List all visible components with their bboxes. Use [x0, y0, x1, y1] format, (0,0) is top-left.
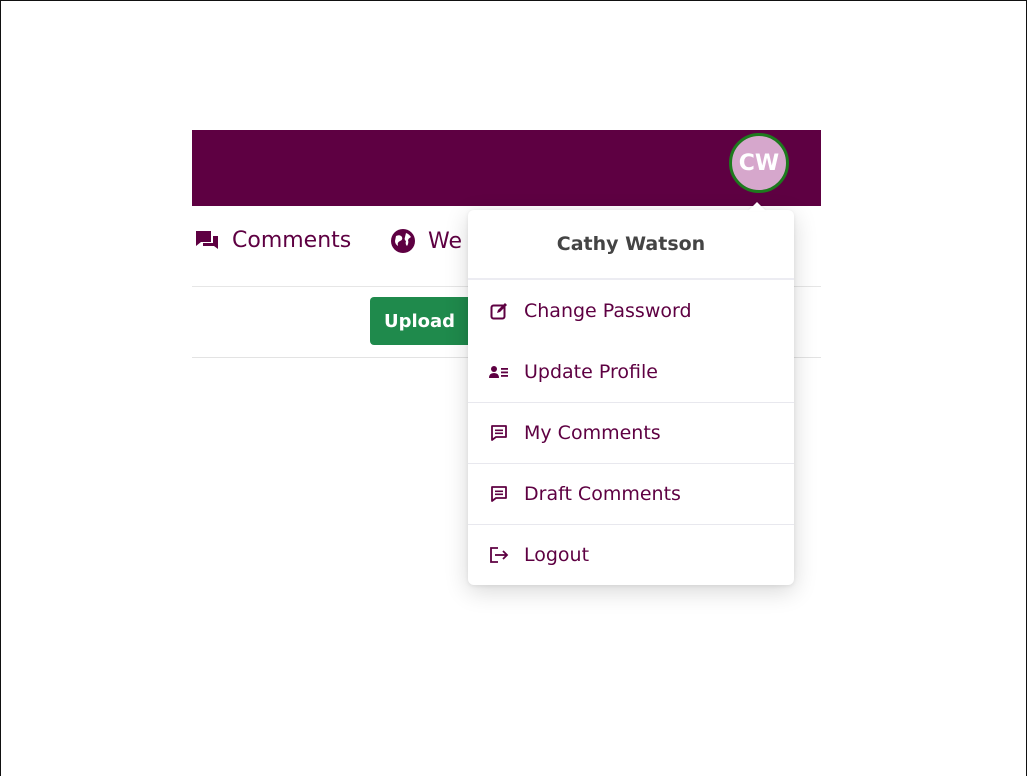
- id-card-icon: [488, 365, 510, 379]
- nav-item-label: We: [428, 228, 462, 254]
- menu-item-draft-comments[interactable]: Draft Comments: [468, 464, 794, 525]
- top-navbar: CW: [192, 130, 821, 206]
- dropdown-user-name: Cathy Watson: [468, 210, 794, 280]
- logout-icon: [488, 546, 510, 564]
- user-dropdown-menu: Cathy Watson Change Password Update Prof…: [468, 202, 794, 585]
- upload-button[interactable]: Upload: [370, 297, 480, 345]
- menu-item-label: Update Profile: [524, 361, 658, 383]
- menu-item-logout[interactable]: Logout: [468, 525, 794, 585]
- nav-item-comments[interactable]: Comments: [194, 228, 351, 253]
- avatar-initials: CW: [738, 150, 780, 176]
- dropdown-caret: [748, 202, 766, 211]
- comments-icon: [196, 230, 218, 249]
- menu-item-label: My Comments: [524, 422, 661, 444]
- menu-item-my-comments[interactable]: My Comments: [468, 403, 794, 464]
- nav-item-web[interactable]: We: [390, 228, 462, 254]
- menu-item-label: Logout: [524, 544, 590, 566]
- menu-item-update-profile[interactable]: Update Profile: [468, 342, 794, 403]
- menu-item-label: Change Password: [524, 300, 692, 322]
- menu-item-change-password[interactable]: Change Password: [468, 280, 794, 342]
- user-avatar-button[interactable]: CW: [729, 133, 789, 193]
- globe-icon: [391, 229, 415, 253]
- message-square-icon: [488, 424, 510, 442]
- menu-item-label: Draft Comments: [524, 483, 681, 505]
- nav-item-label: Comments: [232, 228, 352, 253]
- edit-square-icon: [488, 302, 510, 320]
- message-square-icon: [488, 485, 510, 503]
